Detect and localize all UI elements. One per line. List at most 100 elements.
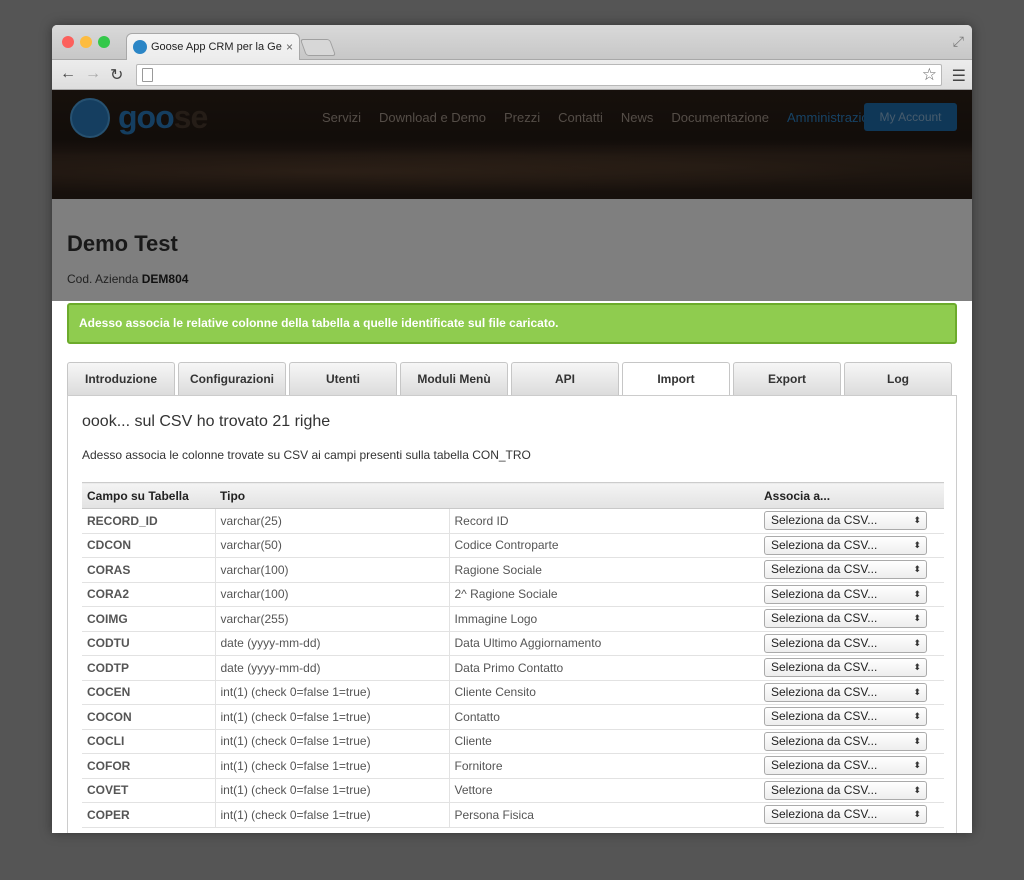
forward-icon[interactable]: → bbox=[85, 65, 101, 83]
select-arrows-icon: ⬍ bbox=[913, 662, 921, 673]
associate-cell: Seleziona da CSV... ⬍ bbox=[759, 508, 944, 534]
fullscreen-icon[interactable]: ⤢ bbox=[953, 33, 964, 50]
select-value: Seleziona da CSV... bbox=[771, 611, 878, 626]
field-name: COFOR bbox=[82, 753, 216, 779]
nav-news[interactable]: News bbox=[621, 110, 654, 125]
menu-icon[interactable]: ☰ bbox=[952, 66, 966, 86]
tab-utenti[interactable]: Utenti bbox=[289, 362, 397, 395]
reload-icon[interactable]: ↻ bbox=[110, 65, 123, 85]
table-row: COIMG varchar(255) Immagine Logo Seleziona … bbox=[82, 606, 944, 632]
tab-introduzione[interactable]: Introduzione bbox=[67, 362, 175, 395]
select-arrows-icon: ⬍ bbox=[913, 588, 921, 599]
close-window-button[interactable] bbox=[62, 36, 74, 48]
associate-cell: Seleziona da CSV... ⬍ bbox=[759, 778, 944, 803]
field-name: RECORD_ID bbox=[82, 508, 216, 534]
select-arrows-icon: ⬍ bbox=[913, 760, 921, 771]
nav-prezzi[interactable]: Prezzi bbox=[504, 110, 540, 125]
import-panel: oook... sul CSV ho trovato 21 righe Ades… bbox=[67, 395, 957, 833]
csv-column-select[interactable]: Seleziona da CSV... ⬍ bbox=[764, 756, 927, 776]
window-controls bbox=[62, 36, 110, 48]
zoom-window-button[interactable] bbox=[98, 36, 110, 48]
select-value: Seleziona da CSV... bbox=[771, 733, 878, 748]
associate-cell: Seleziona da CSV... ⬍ bbox=[759, 606, 944, 632]
field-type: int(1) (check 0=false 1=true) bbox=[215, 729, 450, 754]
csv-column-select[interactable]: Seleziona da CSV... ⬍ bbox=[764, 707, 927, 727]
field-type: varchar(100) bbox=[215, 582, 450, 607]
minimize-window-button[interactable] bbox=[80, 36, 92, 48]
field-type: varchar(50) bbox=[215, 533, 450, 558]
table-row: COVET int(1) (check 0=false 1=true) Vettor… bbox=[82, 778, 944, 803]
csv-column-select[interactable]: Seleziona da CSV... ⬍ bbox=[764, 731, 927, 751]
tab-moduli-menu[interactable]: Moduli Menù bbox=[400, 362, 508, 395]
csv-column-select[interactable]: Seleziona da CSV... ⬍ bbox=[764, 805, 927, 825]
select-arrows-icon: ⬍ bbox=[913, 637, 921, 648]
csv-column-select[interactable]: Seleziona da CSV... ⬍ bbox=[764, 658, 927, 678]
favicon-icon bbox=[133, 40, 147, 54]
csv-column-select[interactable]: Seleziona da CSV... ⬍ bbox=[764, 780, 927, 800]
field-name: COCLI bbox=[82, 729, 216, 754]
new-tab-button[interactable] bbox=[299, 39, 337, 56]
bookmark-star-icon[interactable]: ☆ bbox=[922, 65, 937, 85]
field-label: Data Ultimo Aggiornamento bbox=[449, 631, 759, 656]
associate-cell: Seleziona da CSV... ⬍ bbox=[759, 631, 944, 656]
browser-tab-title: Goose App CRM per la Ge bbox=[151, 41, 282, 53]
table-row: CDCON varchar(50) Codice Controparte Selezi… bbox=[82, 533, 944, 558]
select-value: Seleziona da CSV... bbox=[771, 537, 878, 552]
page-icon bbox=[142, 68, 153, 82]
nav-contatti[interactable]: Contatti bbox=[558, 110, 603, 125]
select-value: Seleziona da CSV... bbox=[771, 807, 878, 822]
table-row: COCLI int(1) (check 0=false 1=true) Client… bbox=[82, 729, 944, 754]
close-tab-icon[interactable]: × bbox=[286, 40, 293, 54]
csv-column-select[interactable]: Seleziona da CSV... ⬍ bbox=[764, 633, 927, 653]
associate-cell: Seleziona da CSV... ⬍ bbox=[759, 557, 944, 583]
table-row: COPER int(1) (check 0=false 1=true) Person… bbox=[82, 802, 944, 828]
panel-description: Adesso associa le colonne trovate su CSV… bbox=[82, 448, 531, 462]
field-label: Record ID bbox=[449, 508, 759, 534]
field-name: CODTU bbox=[82, 631, 216, 656]
csv-column-select[interactable]: Seleziona da CSV... ⬍ bbox=[764, 609, 927, 629]
my-account-button[interactable]: My Account bbox=[864, 103, 957, 131]
logo-text-se: se bbox=[173, 99, 209, 135]
nav-servizi[interactable]: Servizi bbox=[322, 110, 361, 125]
field-name: COCON bbox=[82, 704, 216, 730]
info-alert: Adesso associa le relative colonne della… bbox=[67, 303, 957, 344]
csv-column-select[interactable]: Seleziona da CSV... ⬍ bbox=[764, 535, 927, 555]
csv-column-select[interactable]: Seleziona da CSV... ⬍ bbox=[764, 511, 927, 531]
back-icon[interactable]: ← bbox=[60, 65, 76, 83]
csv-column-select[interactable]: Seleziona da CSV... ⬍ bbox=[764, 560, 927, 580]
field-type: int(1) (check 0=false 1=true) bbox=[215, 753, 450, 779]
address-bar[interactable]: ☆ bbox=[136, 64, 942, 86]
page-title: Demo Test bbox=[67, 231, 178, 256]
select-value: Seleziona da CSV... bbox=[771, 635, 878, 650]
field-name: COIMG bbox=[82, 606, 216, 632]
mapping-table: Campo su Tabella Tipo Associa a... RECOR… bbox=[82, 482, 944, 828]
associate-cell: Seleziona da CSV... ⬍ bbox=[759, 655, 944, 681]
site-header: goose Servizi Download e Demo Prezzi Con… bbox=[52, 90, 972, 199]
browser-tab[interactable]: Goose App CRM per la Ge × bbox=[126, 33, 300, 60]
csv-column-select[interactable]: Seleziona da CSV... ⬍ bbox=[764, 584, 927, 604]
select-arrows-icon: ⬍ bbox=[913, 515, 921, 526]
select-arrows-icon: ⬍ bbox=[913, 686, 921, 697]
site-nav: Servizi Download e Demo Prezzi Contatti … bbox=[322, 110, 883, 125]
select-arrows-icon: ⬍ bbox=[913, 613, 921, 624]
goose-logo-icon[interactable] bbox=[70, 98, 110, 138]
field-label: Cliente bbox=[449, 729, 759, 754]
select-arrows-icon: ⬍ bbox=[913, 809, 921, 820]
site-logo[interactable]: goose bbox=[118, 99, 209, 136]
header-field: Campo su Tabella bbox=[82, 482, 215, 509]
tab-export[interactable]: Export bbox=[733, 362, 841, 395]
select-value: Seleziona da CSV... bbox=[771, 660, 878, 675]
tab-import[interactable]: Import bbox=[622, 362, 730, 396]
csv-column-select[interactable]: Seleziona da CSV... ⬍ bbox=[764, 682, 927, 702]
field-name: CORA2 bbox=[82, 582, 216, 607]
tab-api[interactable]: API bbox=[511, 362, 619, 395]
associate-cell: Seleziona da CSV... ⬍ bbox=[759, 704, 944, 730]
tab-configurazioni[interactable]: Configurazioni bbox=[178, 362, 286, 395]
nav-download-demo[interactable]: Download e Demo bbox=[379, 110, 486, 125]
select-value: Seleziona da CSV... bbox=[771, 782, 878, 797]
tab-log[interactable]: Log bbox=[844, 362, 952, 395]
nav-documentazione[interactable]: Documentazione bbox=[671, 110, 769, 125]
company-code: Cod. Azienda DEM804 bbox=[67, 272, 188, 286]
select-arrows-icon: ⬍ bbox=[913, 564, 921, 575]
field-type: int(1) (check 0=false 1=true) bbox=[215, 778, 450, 803]
